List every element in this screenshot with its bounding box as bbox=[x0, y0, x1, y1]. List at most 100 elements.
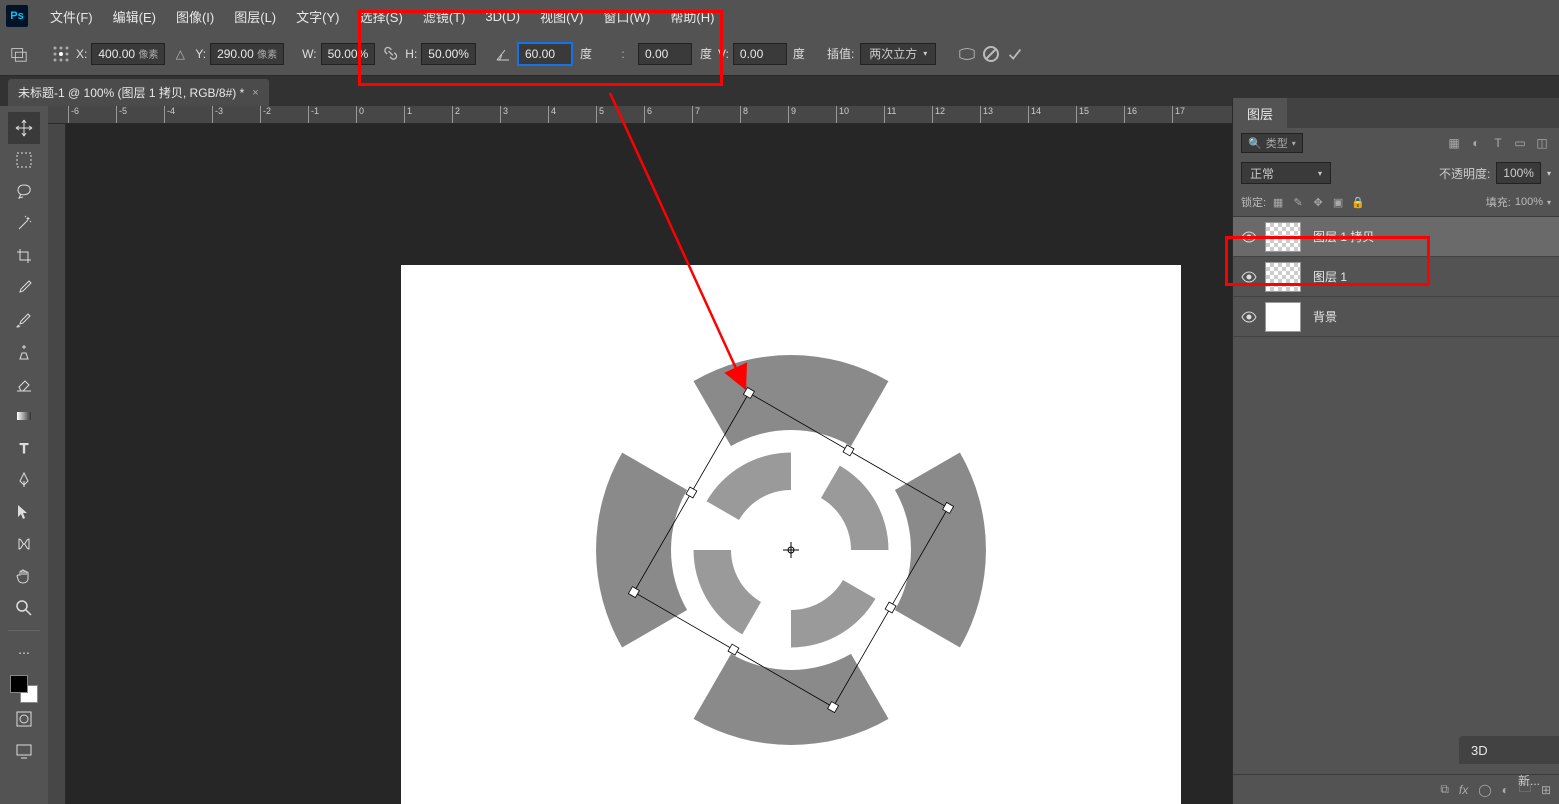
menu-edit[interactable]: 编辑(E) bbox=[103, 7, 166, 26]
filter-adjust-icon[interactable]: ◐ bbox=[1467, 134, 1485, 152]
interp-select[interactable]: 两次立方▾ bbox=[860, 43, 936, 65]
shear-v-field[interactable]: 0.00 bbox=[733, 43, 787, 65]
path-select-tool[interactable] bbox=[8, 496, 40, 528]
shape-tool[interactable] bbox=[8, 528, 40, 560]
x-field[interactable]: 400.00 像素 bbox=[91, 43, 165, 65]
h-field[interactable]: 50.00% bbox=[421, 43, 476, 65]
ruler-tick: -2 bbox=[260, 106, 271, 124]
angle-field[interactable]: 60.00 bbox=[518, 43, 572, 65]
toolbar-separator bbox=[8, 630, 40, 631]
visibility-icon[interactable] bbox=[1233, 269, 1265, 285]
reference-point-icon[interactable] bbox=[52, 45, 70, 63]
mask-icon[interactable]: ◯ bbox=[1478, 783, 1491, 797]
document-tab[interactable]: 未标题-1 @ 100% (图层 1 拷贝, RGB/8#) * × bbox=[8, 79, 269, 106]
edit-toolbar-icon[interactable]: ⋯ bbox=[8, 637, 40, 669]
layer-thumbnail[interactable] bbox=[1265, 222, 1301, 252]
filter-type-icon[interactable]: T bbox=[1489, 134, 1507, 152]
layer-thumbnail[interactable] bbox=[1265, 302, 1301, 332]
document-tab-title: 未标题-1 @ 100% (图层 1 拷贝, RGB/8#) * bbox=[18, 84, 244, 101]
color-swatch[interactable] bbox=[10, 675, 38, 703]
lock-paint-icon[interactable]: ✎ bbox=[1290, 194, 1306, 210]
lasso-tool[interactable] bbox=[8, 176, 40, 208]
transform-tool-icon[interactable] bbox=[10, 45, 28, 63]
shear-h-field[interactable]: 0.00 bbox=[638, 43, 692, 65]
ruler-tick: 10 bbox=[836, 106, 849, 124]
fill-field[interactable]: 100% bbox=[1515, 196, 1543, 208]
menu-help[interactable]: 帮助(H) bbox=[660, 7, 724, 26]
ruler-tick: 7 bbox=[692, 106, 700, 124]
gradient-tool[interactable] bbox=[8, 400, 40, 432]
eraser-tool[interactable] bbox=[8, 368, 40, 400]
menu-image[interactable]: 图像(I) bbox=[166, 7, 224, 26]
filter-shape-icon[interactable]: ▭ bbox=[1511, 134, 1529, 152]
ruler-vertical[interactable] bbox=[48, 124, 66, 804]
link-layers-icon[interactable]: ⧉ bbox=[1440, 782, 1449, 797]
canvas[interactable] bbox=[401, 265, 1181, 804]
layer-name[interactable]: 图层 1 拷贝 bbox=[1313, 228, 1374, 245]
lock-pos-icon[interactable]: ✥ bbox=[1310, 194, 1326, 210]
quickmask-icon[interactable] bbox=[8, 703, 40, 735]
visibility-icon[interactable] bbox=[1233, 309, 1265, 325]
hand-tool[interactable] bbox=[8, 560, 40, 592]
tools-panel: T ⋯ bbox=[0, 106, 48, 804]
brush-tool[interactable] bbox=[8, 304, 40, 336]
shear-h-icon: : bbox=[614, 45, 632, 63]
close-tab-icon[interactable]: × bbox=[252, 87, 258, 99]
w-field[interactable]: 50.00% bbox=[321, 43, 376, 65]
layer-name[interactable]: 背景 bbox=[1313, 308, 1337, 325]
menu-file[interactable]: 文件(F) bbox=[40, 7, 103, 26]
lock-artboard-icon[interactable]: ▣ bbox=[1330, 194, 1346, 210]
zoom-tool[interactable] bbox=[8, 592, 40, 624]
lock-trans-icon[interactable]: ▦ bbox=[1270, 194, 1286, 210]
type-tool[interactable]: T bbox=[8, 432, 40, 464]
screenmode-icon[interactable] bbox=[8, 735, 40, 767]
ruler-tick: -1 bbox=[308, 106, 319, 124]
layer-thumbnail[interactable] bbox=[1265, 262, 1301, 292]
fill-caret-icon[interactable]: ▾ bbox=[1547, 198, 1551, 207]
blend-mode-select[interactable]: 正常▾ bbox=[1241, 162, 1331, 184]
crop-tool[interactable] bbox=[8, 240, 40, 272]
ruler-tick: 13 bbox=[980, 106, 993, 124]
opacity-label: 不透明度: bbox=[1439, 165, 1490, 182]
y-field[interactable]: 290.00 像素 bbox=[210, 43, 284, 65]
commit-icon[interactable] bbox=[1006, 45, 1024, 63]
magic-wand-tool[interactable] bbox=[8, 208, 40, 240]
h-label: H: bbox=[405, 47, 417, 61]
ruler-tick: 6 bbox=[644, 106, 652, 124]
marquee-tool[interactable] bbox=[8, 144, 40, 176]
menu-filter[interactable]: 滤镜(T) bbox=[413, 7, 476, 26]
menu-layer[interactable]: 图层(L) bbox=[224, 7, 286, 26]
pen-tool[interactable] bbox=[8, 464, 40, 496]
lock-all-icon[interactable]: 🔒 bbox=[1350, 194, 1366, 210]
panel-3d-tab[interactable]: 3D bbox=[1459, 736, 1559, 764]
menu-view[interactable]: 视图(V) bbox=[530, 7, 593, 26]
layer-row[interactable]: 图层 1 bbox=[1233, 257, 1559, 297]
ruler-horizontal[interactable]: -6-5-4-3-2-101234567891011121314151617 bbox=[48, 106, 1232, 124]
interp-label: 插值: bbox=[827, 45, 854, 62]
layer-filter-select[interactable]: 🔍 类型 ▾ bbox=[1241, 133, 1303, 153]
ruler-tick: -3 bbox=[212, 106, 223, 124]
move-tool[interactable] bbox=[8, 112, 40, 144]
visibility-icon[interactable] bbox=[1233, 229, 1265, 245]
warp-icon[interactable] bbox=[958, 45, 976, 63]
link-icon[interactable] bbox=[381, 45, 399, 63]
layer-row[interactable]: 图层 1 拷贝 bbox=[1233, 217, 1559, 257]
fill-label: 填充: bbox=[1486, 194, 1511, 210]
menu-type[interactable]: 文字(Y) bbox=[286, 7, 349, 26]
menu-3d[interactable]: 3D(D) bbox=[475, 9, 530, 24]
layers-tab[interactable]: 图层 bbox=[1233, 98, 1287, 128]
work-area[interactable] bbox=[66, 124, 1232, 804]
fx-icon[interactable]: fx bbox=[1459, 783, 1468, 797]
filter-smart-icon[interactable]: ◫ bbox=[1533, 134, 1551, 152]
eyedropper-tool[interactable] bbox=[8, 272, 40, 304]
layer-name[interactable]: 图层 1 bbox=[1313, 268, 1347, 285]
opacity-caret-icon[interactable]: ▾ bbox=[1547, 169, 1551, 178]
opacity-field[interactable]: 100% bbox=[1496, 162, 1541, 184]
menu-window[interactable]: 窗口(W) bbox=[593, 7, 660, 26]
menu-select[interactable]: 选择(S) bbox=[349, 7, 412, 26]
delta-icon[interactable]: △ bbox=[171, 45, 189, 63]
clone-tool[interactable] bbox=[8, 336, 40, 368]
cancel-icon[interactable] bbox=[982, 45, 1000, 63]
filter-pixel-icon[interactable]: ▦ bbox=[1445, 134, 1463, 152]
layer-row[interactable]: 背景 bbox=[1233, 297, 1559, 337]
